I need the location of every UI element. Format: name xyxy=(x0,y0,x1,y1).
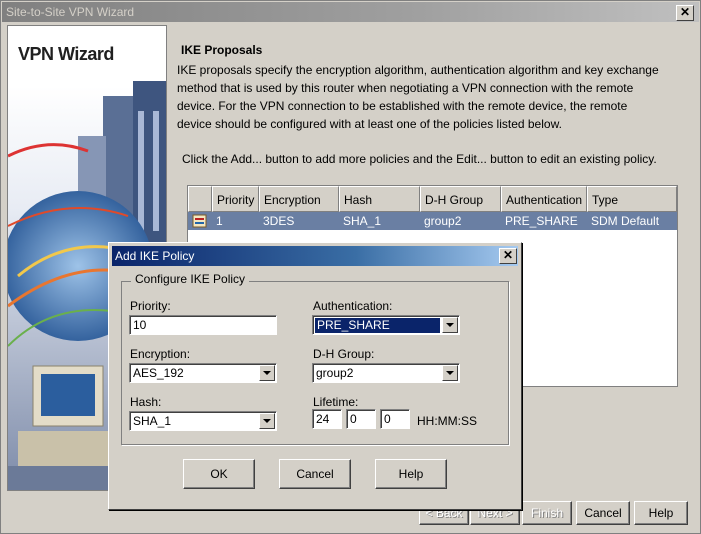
policy-icon xyxy=(192,213,208,234)
description-line: method that is used by this router when … xyxy=(177,81,634,95)
instruction-text: Click the Add... button to add more poli… xyxy=(182,152,657,166)
hash-select[interactable]: SHA_1 xyxy=(129,411,277,431)
lifetime-minutes-input[interactable]: 0 xyxy=(346,409,376,429)
close-icon: ✕ xyxy=(679,5,691,19)
wizard-sidebar-title: VPN Wizard xyxy=(18,44,114,64)
wizard-close-button[interactable]: ✕ xyxy=(676,5,694,21)
wizard-title: Site-to-Site VPN Wizard xyxy=(6,5,135,19)
close-icon: ✕ xyxy=(502,248,514,262)
chevron-down-icon[interactable] xyxy=(259,365,275,381)
dialog-close-button[interactable]: ✕ xyxy=(499,248,517,264)
cell-priority: 1 xyxy=(216,214,223,228)
dialog-title: Add IKE Policy xyxy=(115,249,195,263)
dialog-cancel-button[interactable]: Cancel xyxy=(279,459,351,489)
cell-hash: SHA_1 xyxy=(343,214,382,228)
cell-authentication: PRE_SHARE xyxy=(505,214,578,228)
cell-dh-group: group2 xyxy=(424,214,462,228)
wizard-help-button[interactable]: Help xyxy=(634,501,688,525)
chevron-down-icon[interactable] xyxy=(259,413,275,429)
lifetime-format-hint: HH:MM:SS xyxy=(417,414,477,428)
description-line: IKE proposals specify the encryption alg… xyxy=(177,63,659,77)
table-header[interactable]: Authentication xyxy=(501,186,587,212)
authentication-value: PRE_SHARE xyxy=(314,317,441,334)
wizard-title-bar[interactable]: Site-to-Site VPN Wizard xyxy=(2,2,699,22)
table-header[interactable]: Priority xyxy=(212,186,259,212)
chevron-down-icon[interactable] xyxy=(442,317,458,333)
encryption-value: AES_192 xyxy=(133,366,184,380)
cell-encryption: 3DES xyxy=(263,214,295,228)
cell-type: SDM Default xyxy=(591,214,660,228)
lifetime-seconds-input[interactable]: 0 xyxy=(380,409,410,429)
lifetime-hours-input[interactable]: 24 xyxy=(312,409,342,429)
finish-button[interactable]: Finish xyxy=(522,501,572,525)
dialog-title-bar[interactable]: Add IKE Policy xyxy=(112,246,518,266)
dialog-help-button[interactable]: Help xyxy=(375,459,447,489)
wizard-cancel-button[interactable]: Cancel xyxy=(576,501,630,525)
ok-button[interactable]: OK xyxy=(183,459,255,489)
dh-group-select[interactable]: group2 xyxy=(312,363,460,383)
hash-value: SHA_1 xyxy=(133,414,172,428)
dh-group-value: group2 xyxy=(316,366,354,380)
encryption-label: Encryption: xyxy=(130,347,191,361)
page-description: IKE proposals specify the encryption alg… xyxy=(177,61,697,133)
authentication-label: Authentication: xyxy=(313,299,393,313)
hash-label: Hash: xyxy=(130,395,162,409)
description-line: device should be configured with at leas… xyxy=(177,117,562,131)
table-header[interactable]: D-H Group xyxy=(420,186,501,212)
priority-label: Priority: xyxy=(130,299,171,313)
description-line: device. For the VPN connection to be est… xyxy=(177,99,628,113)
table-header[interactable]: Type xyxy=(587,186,677,212)
table-header-icon-column[interactable] xyxy=(188,186,212,212)
priority-input[interactable]: 10 xyxy=(129,315,277,335)
lifetime-label: Lifetime: xyxy=(313,395,359,409)
table-header[interactable]: Hash xyxy=(339,186,420,212)
add-ike-policy-dialog: Add IKE Policy ✕ Configure IKE Policy Pr… xyxy=(108,242,522,510)
encryption-select[interactable]: AES_192 xyxy=(129,363,277,383)
table-row[interactable]: 1 3DES SHA_1 group2 PRE_SHARE SDM Defaul… xyxy=(188,212,677,230)
dh-group-label: D-H Group: xyxy=(313,347,375,361)
chevron-down-icon[interactable] xyxy=(442,365,458,381)
group-label: Configure IKE Policy xyxy=(131,272,250,286)
authentication-select[interactable]: PRE_SHARE xyxy=(312,315,460,335)
page-heading: IKE Proposals xyxy=(181,43,263,57)
table-header[interactable]: Encryption xyxy=(259,186,339,212)
